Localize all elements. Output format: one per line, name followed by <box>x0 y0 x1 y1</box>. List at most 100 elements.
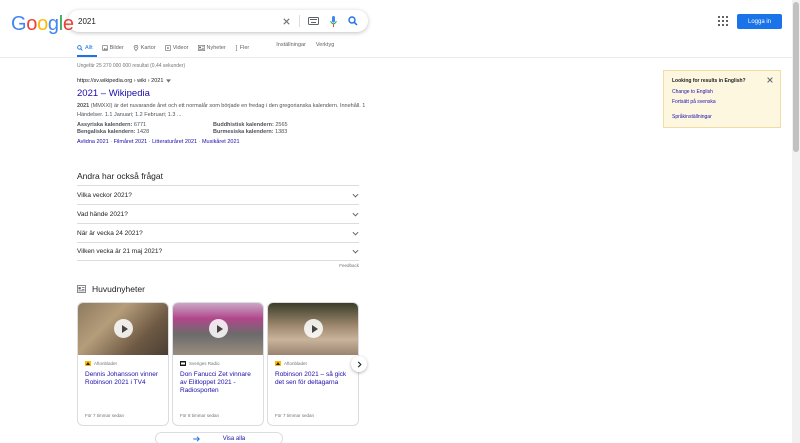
people-also-ask: Andra har också frågat Vilka veckor 2021… <box>77 171 359 268</box>
snippet-bold: 2021 <box>77 103 90 109</box>
play-icon <box>209 319 228 338</box>
view-all-label: Visa alla <box>222 435 246 442</box>
chevron-down-icon <box>352 231 359 236</box>
change-to-english-link[interactable]: Change to English <box>672 89 713 95</box>
search-icon <box>77 45 83 51</box>
tab-images[interactable]: Bilder <box>101 42 124 54</box>
fact-item: Burmesiska kalendern: 1383 <box>213 129 288 135</box>
scrollbar-thumb[interactable] <box>793 2 799 152</box>
settings-link[interactable]: Inställningar <box>276 42 306 54</box>
tab-all[interactable]: Allt <box>77 42 93 54</box>
arrow-right-icon <box>192 435 200 442</box>
tab-more[interactable]: Fler <box>235 42 249 54</box>
search-box[interactable] <box>68 10 368 32</box>
tab-label: Kartor <box>140 45 156 51</box>
image-icon <box>101 45 108 51</box>
news-thumbnail <box>173 303 263 355</box>
result-title[interactable]: 2021 – Wikipedia <box>77 88 367 99</box>
sitelink[interactable]: Litteraturåret 2021 <box>152 139 197 145</box>
chevron-down-icon <box>352 249 359 254</box>
news-source: Sveriges Radio <box>180 361 256 366</box>
tab-label: Videor <box>172 45 189 51</box>
paa-question-text: Vad hände 2021? <box>77 210 128 218</box>
tab-label: Allt <box>85 45 93 51</box>
fact-item: Buddhistisk kalendern: 2565 <box>213 122 288 128</box>
sitelink[interactable]: Filmåret 2021 <box>114 139 148 145</box>
news-carousel: Aftonbladet Dennis Johansson vinner Robi… <box>77 302 359 426</box>
logo-letter: g <box>47 13 59 35</box>
result-snippet: 2021 (MMXXI) är det nuvarande året och e… <box>77 102 367 119</box>
language-settings-link[interactable]: Språkinställningar <box>672 114 712 120</box>
close-icon[interactable] <box>766 76 774 84</box>
news-source: Aftonbladet <box>275 361 351 366</box>
logo-letter: G <box>11 13 27 35</box>
news-card[interactable]: Aftonbladet Robinson 2021 – så gick det … <box>267 302 359 426</box>
logo-letter: o <box>37 13 48 35</box>
chevron-down-icon <box>352 212 359 217</box>
more-icon <box>235 45 237 51</box>
result-url[interactable]: https://sv.wikipedia.org › wiki › 2021 <box>77 78 367 84</box>
video-icon <box>164 45 171 51</box>
news-source-name: Aftonbladet <box>284 361 307 366</box>
paa-question[interactable]: Vilka veckor 2021? <box>77 185 359 204</box>
sitelink[interactable]: Avlidna 2021 <box>77 139 109 145</box>
search-tabs: Allt Bilder Kartor Videor Nyheter Fler I… <box>77 42 334 54</box>
keyboard-icon[interactable] <box>306 14 320 28</box>
fact-item: Bengaliska kalendern: 1428 <box>77 129 150 135</box>
search-icon[interactable] <box>346 14 360 28</box>
news-source-name: Aftonbladet <box>94 361 117 366</box>
tools-link[interactable]: Verktyg <box>316 42 334 54</box>
clear-icon[interactable] <box>279 14 293 28</box>
news-card[interactable]: Sveriges Radio Don Fanucci Zet vinnare a… <box>172 302 264 426</box>
tab-videos[interactable]: Videor <box>164 42 189 54</box>
result-url-text: https://sv.wikipedia.org › wiki › 2021 <box>77 78 164 84</box>
fact-item: Assyriska kalendern: 6771 <box>77 122 147 128</box>
view-all-button[interactable]: Visa alla <box>155 432 283 443</box>
news-time: För 8 timmar sedan <box>180 413 220 418</box>
news-source-name: Sveriges Radio <box>189 361 220 366</box>
news-time: För 7 timmar sedan <box>85 413 125 418</box>
paa-question[interactable]: Vilken vecka är 21 maj 2021? <box>77 242 359 261</box>
search-divider <box>299 15 300 27</box>
login-button[interactable]: Logga in <box>737 14 782 29</box>
paa-question-text: Vilken vecka är 21 maj 2021? <box>77 248 163 255</box>
sitelink[interactable]: Musikåret 2021 <box>202 139 240 145</box>
tab-label: Fler <box>239 45 250 51</box>
snippet-text: (MMXXI) är det nuvarande året och ett no… <box>77 103 366 118</box>
news-thumbnail <box>268 303 358 355</box>
search-input[interactable] <box>78 16 273 26</box>
apps-grid-icon[interactable] <box>718 16 728 26</box>
news-title[interactable]: Robinson 2021 – så gick det sen för delt… <box>275 371 351 403</box>
news-card[interactable]: Aftonbladet Dennis Johansson vinner Robi… <box>77 302 169 426</box>
scrollbar[interactable] <box>792 0 800 443</box>
google-logo[interactable]: Google <box>11 13 74 36</box>
map-pin-icon <box>133 45 138 51</box>
play-icon <box>304 319 323 338</box>
microphone-icon[interactable] <box>326 14 340 28</box>
search-result: https://sv.wikipedia.org › wiki › 2021 2… <box>77 78 367 145</box>
tab-maps[interactable]: Kartor <box>133 42 156 54</box>
tab-label: Bilder <box>109 45 124 51</box>
top-stories-title: Huvudnyheter <box>92 284 145 294</box>
language-question: Looking for results in English? <box>672 78 746 84</box>
header-divider <box>0 57 800 58</box>
paa-question[interactable]: Vad hände 2021? <box>77 204 359 223</box>
paa-question[interactable]: När är vecka 24 2021? <box>77 223 359 242</box>
top-stories-header: Huvudnyheter <box>77 284 145 294</box>
chevron-right-icon <box>357 360 362 368</box>
news-time: För 7 timmar sedan <box>275 413 315 418</box>
news-title[interactable]: Don Fanucci Zet vinnare av Elitloppet 20… <box>180 371 256 403</box>
feedback-link[interactable]: Feedback <box>77 263 359 268</box>
continue-swedish-link[interactable]: Fortsätt på svenska <box>672 99 716 105</box>
play-icon <box>114 319 133 338</box>
news-thumbnail <box>78 303 168 355</box>
carousel-next-button[interactable] <box>351 356 367 372</box>
news-title[interactable]: Dennis Johansson vinner Robinson 2021 i … <box>85 371 161 403</box>
paa-question-text: När är vecka 24 2021? <box>77 229 143 237</box>
tab-news[interactable]: Nyheter <box>197 42 226 54</box>
logo-letter: o <box>26 13 38 35</box>
paa-title: Andra har också frågat <box>77 171 163 181</box>
language-suggestion-panel: Looking for results in English? Change t… <box>663 70 781 128</box>
caret-down-icon[interactable] <box>166 79 172 83</box>
aftonbladet-logo-icon <box>85 361 91 366</box>
